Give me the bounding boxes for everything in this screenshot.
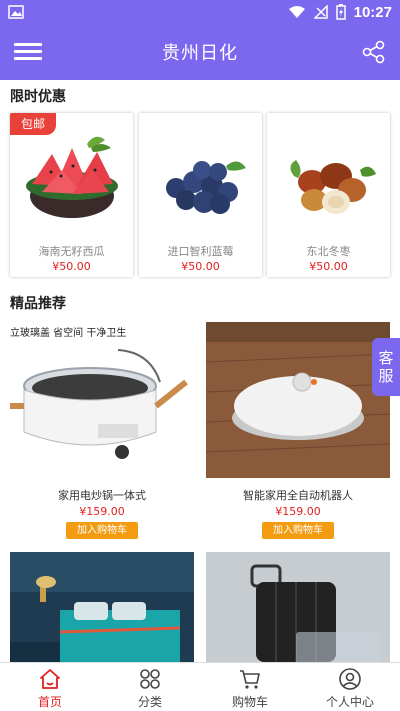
cart-icon (240, 670, 260, 689)
add-to-cart-button[interactable]: 加入购物车 (66, 522, 138, 539)
tab-label: 个人中心 (325, 695, 374, 709)
product-card-wok[interactable]: 立玻璃盖 省空间 干净卫生 家用电炒锅一体式 ¥159.00 加入购物车 (10, 322, 194, 542)
promo-name: 海南无籽西瓜 (38, 245, 105, 258)
service-label-1: 客 (378, 349, 394, 367)
menu-icon[interactable] (14, 40, 42, 64)
page-title: 贵州日化 (162, 43, 238, 64)
product-card-robot[interactable]: 智能家用全自动机器人 ¥159.00 加入购物车 (206, 322, 390, 542)
promo-card-watermelon[interactable]: 包邮 海南无籽西瓜 ¥50.00 (10, 113, 133, 277)
promo-card-blueberry[interactable]: 进口智利蓝莓 ¥50.00 (139, 113, 262, 277)
signal-icon (313, 5, 328, 19)
status-bar: 10:27 (0, 0, 400, 24)
product-caption: 立玻璃盖 省空间 干净卫生 (10, 326, 126, 339)
product-image-bedding (10, 552, 194, 662)
product-price: ¥159.00 (275, 505, 321, 518)
tab-label: 分类 (137, 695, 162, 709)
product-image-wok: 立玻璃盖 省空间 干净卫生 (10, 322, 194, 478)
tab-label: 购物车 (231, 695, 268, 709)
product-name: 家用电炒锅一体式 (58, 489, 146, 502)
promo-price: ¥50.00 (52, 260, 91, 273)
user-icon (339, 668, 361, 690)
wifi-icon (288, 6, 305, 18)
image-icon (8, 5, 24, 19)
product-price: ¥159.00 (79, 505, 125, 518)
promo-name: 东北冬枣 (306, 245, 351, 258)
promo-card-jujube[interactable]: 东北冬枣 ¥50.00 (267, 113, 390, 277)
share-icon[interactable] (360, 38, 388, 66)
tab-category[interactable]: 分类 (100, 663, 200, 711)
blueberry-image (139, 121, 262, 231)
bottom-tab-bar: 首页 分类 购物车 个人中心 (0, 662, 400, 711)
tab-label: 首页 (37, 695, 62, 709)
status-time: 10:27 (353, 3, 392, 21)
category-icon (140, 669, 160, 689)
watermelon-image (10, 121, 133, 231)
product-name: 智能家用全自动机器人 (243, 489, 353, 502)
home-icon (40, 669, 60, 689)
product-image-robot (206, 322, 390, 478)
tab-home[interactable]: 首页 (0, 663, 100, 711)
free-shipping-badge: 包邮 (10, 113, 56, 135)
app-bar: 贵州日化 (0, 24, 400, 80)
flash-sale-title: 限时优惠 (10, 89, 66, 105)
jujube-image (267, 121, 390, 231)
customer-service-button[interactable]: 客 服 (372, 338, 400, 396)
promo-price: ¥50.00 (181, 260, 220, 273)
featured-title: 精品推荐 (10, 296, 66, 312)
product-card-bedding[interactable] (10, 552, 194, 662)
promo-name: 进口智利蓝莓 (167, 245, 234, 258)
service-label-2: 服 (378, 367, 394, 385)
tab-cart[interactable]: 购物车 (200, 663, 300, 711)
promo-price: ¥50.00 (309, 260, 348, 273)
tab-profile[interactable]: 个人中心 (300, 663, 400, 711)
add-to-cart-button[interactable]: 加入购物车 (262, 522, 334, 539)
battery-icon (335, 4, 346, 20)
